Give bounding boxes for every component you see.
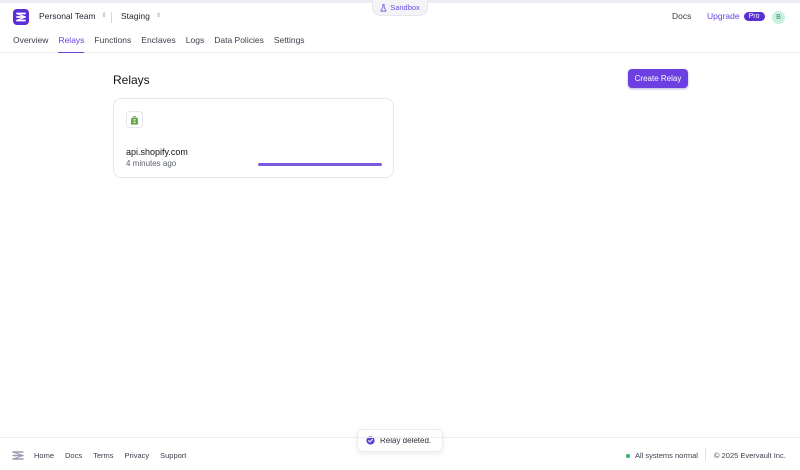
main-nav: Overview Relays Functions Enclaves Logs …	[13, 35, 315, 53]
tab-settings[interactable]: Settings	[274, 35, 305, 53]
footer-link-support[interactable]: Support	[160, 451, 186, 460]
relay-traffic-sparkline	[258, 163, 382, 166]
footer-divider	[705, 448, 706, 461]
tab-data-policies[interactable]: Data Policies	[214, 35, 264, 53]
evervault-logo[interactable]	[13, 9, 29, 25]
footer-link-terms[interactable]: Terms	[93, 451, 113, 460]
page-title: Relays	[113, 73, 150, 87]
shopify-icon	[130, 115, 139, 124]
relay-icon-frame	[126, 111, 143, 128]
avatar[interactable]: B	[772, 11, 785, 24]
footer-link-home[interactable]: Home	[34, 451, 54, 460]
tab-functions[interactable]: Functions	[94, 35, 131, 53]
status-dot-icon	[626, 453, 630, 458]
footer-link-privacy[interactable]: Privacy	[125, 451, 150, 460]
upgrade-label: Upgrade	[707, 11, 740, 21]
tab-enclaves[interactable]: Enclaves	[141, 35, 176, 53]
tab-overview[interactable]: Overview	[13, 35, 48, 53]
footer-link-docs[interactable]: Docs	[65, 451, 82, 460]
team-switcher[interactable]: Personal Team ⇕	[39, 11, 107, 21]
copyright: © 2025 Evervault Inc.	[714, 451, 786, 460]
upgrade-button[interactable]: Upgrade Pro	[707, 11, 765, 21]
footer-links: Home Docs Terms Privacy Support	[34, 451, 197, 460]
docs-link[interactable]: Docs	[672, 11, 691, 21]
relay-card[interactable]: api.shopify.com 4 minutes ago	[113, 98, 394, 178]
team-name: Personal Team	[39, 11, 96, 21]
chevron-updown-icon: ⇕	[155, 13, 161, 19]
environment-name: Staging	[121, 11, 150, 21]
create-relay-button[interactable]: Create Relay	[628, 69, 688, 88]
sandbox-label: Sandbox	[390, 3, 420, 12]
relay-updated-time: 4 minutes ago	[126, 159, 177, 168]
flask-icon	[380, 3, 387, 11]
tab-relays[interactable]: Relays	[58, 35, 84, 53]
chevron-updown-icon: ⇕	[101, 13, 107, 19]
footer: Home Docs Terms Privacy Support All syst…	[0, 437, 800, 470]
header-divider	[111, 12, 112, 23]
tab-logs[interactable]: Logs	[186, 35, 204, 53]
status-text: All systems normal	[635, 451, 698, 460]
evervault-footer-logo[interactable]	[12, 450, 24, 461]
sandbox-badge: Sandbox	[372, 0, 428, 16]
relay-domain: api.shopify.com	[126, 147, 188, 157]
pro-badge: Pro	[743, 11, 765, 21]
system-status[interactable]: All systems normal	[626, 451, 698, 460]
header: Personal Team ⇕ Staging ⇕ Sandbox Docs U…	[0, 0, 800, 53]
environment-switcher[interactable]: Staging ⇕	[121, 11, 161, 21]
